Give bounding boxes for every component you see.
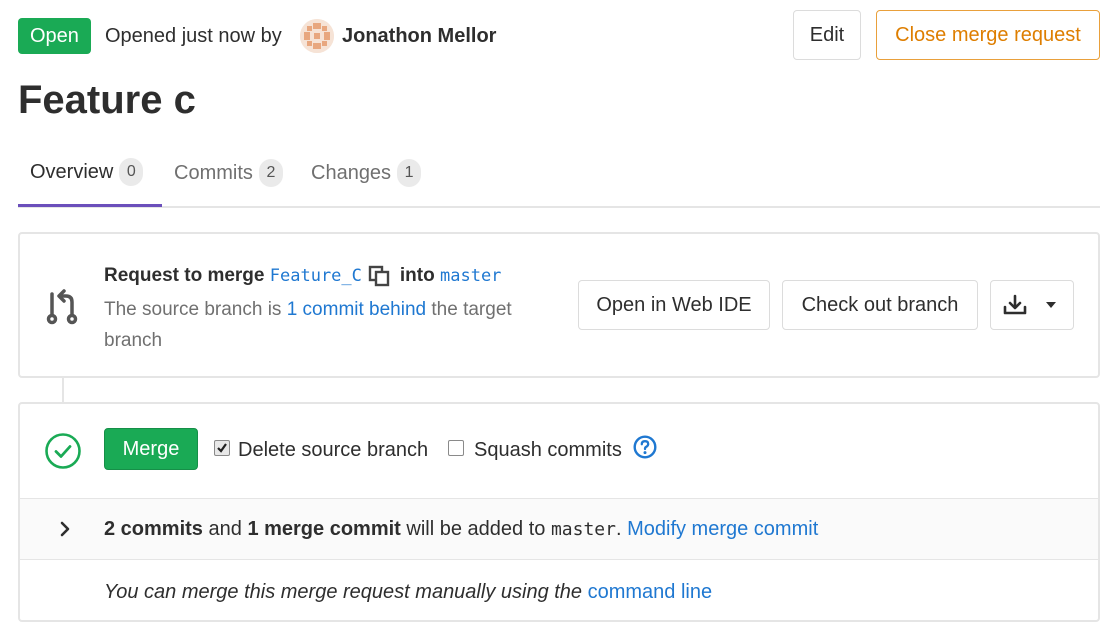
request-prefix: Request to merge	[104, 265, 265, 286]
branch-behind-text: The source branch is 1 commit behind the…	[104, 294, 574, 356]
timeline-connector	[62, 378, 64, 403]
added-text: will be added to	[406, 518, 546, 540]
tab-commits[interactable]: Commits 2	[174, 140, 283, 206]
open-web-ide-button[interactable]: Open in Web IDE	[578, 280, 770, 330]
delete-source-branch-checkbox[interactable]	[214, 440, 230, 456]
command-line-link[interactable]: command line	[588, 581, 713, 603]
close-merge-request-button[interactable]: Close merge request	[876, 10, 1100, 60]
merge-button[interactable]: Merge	[104, 428, 198, 470]
tab-changes-label: Changes	[311, 161, 392, 184]
manual-merge-prefix: You can merge this merge request manuall…	[104, 581, 583, 603]
tab-commits-count: 2	[258, 159, 283, 187]
and-text: and	[208, 518, 242, 540]
success-check-icon	[45, 433, 81, 469]
commits-count: 2 commits	[104, 518, 203, 540]
tab-bar: Overview 0 Commits 2 Changes 1	[18, 140, 1100, 208]
commits-summary-row[interactable]: 2 commits and 1 merge commit will be add…	[20, 498, 1098, 560]
author-name[interactable]: Jonathon Mellor	[342, 22, 496, 50]
into-label: into	[399, 265, 435, 286]
download-dropdown-button[interactable]	[990, 280, 1074, 330]
tab-changes[interactable]: Changes 1	[311, 140, 422, 206]
chevron-down-icon	[1046, 302, 1056, 308]
status-badge: Open	[18, 18, 91, 54]
tab-overview-label: Overview	[30, 160, 114, 183]
merge-request-info-panel: Request to merge Feature_C into master Th…	[18, 232, 1100, 378]
merge-commit-count: 1 merge commit	[247, 518, 401, 540]
tab-overview-count: 0	[119, 158, 144, 186]
edit-button[interactable]: Edit	[793, 10, 861, 60]
period: .	[615, 518, 622, 540]
merge-request-icon	[46, 289, 78, 325]
squash-commits-label[interactable]: Squash commits	[474, 436, 622, 464]
page-title: Feature c	[18, 78, 196, 122]
behind-prefix: The source branch is	[104, 299, 282, 320]
manual-merge-text: You can merge this merge request manuall…	[104, 578, 712, 606]
help-icon[interactable]	[633, 435, 657, 459]
merge-request-line: Request to merge Feature_C into master	[104, 262, 501, 290]
chevron-right-icon[interactable]	[58, 519, 72, 539]
tab-overview[interactable]: Overview 0	[18, 140, 162, 207]
source-branch-link[interactable]: Feature_C	[270, 266, 362, 286]
avatar-icon	[300, 19, 334, 53]
commits-summary-text: 2 commits and 1 merge commit will be add…	[104, 515, 818, 544]
target-branch-name: master	[550, 519, 616, 540]
download-icon	[1003, 294, 1027, 315]
copy-icon[interactable]	[368, 265, 390, 287]
avatar[interactable]	[300, 19, 334, 53]
tab-commits-label: Commits	[174, 161, 253, 184]
commits-behind-link[interactable]: 1 commit behind	[287, 299, 426, 320]
check-out-branch-button[interactable]: Check out branch	[782, 280, 978, 330]
modify-merge-commit-link[interactable]: Modify merge commit	[627, 518, 818, 540]
merge-widget: Merge Delete source branch Squash commit…	[18, 402, 1100, 622]
opened-text: Opened just now by	[105, 25, 282, 47]
tab-changes-count: 1	[397, 159, 422, 187]
checkmark-icon	[217, 443, 227, 453]
target-branch-link[interactable]: master	[440, 266, 501, 286]
squash-commits-checkbox[interactable]	[448, 440, 464, 456]
delete-source-branch-label[interactable]: Delete source branch	[238, 436, 428, 464]
